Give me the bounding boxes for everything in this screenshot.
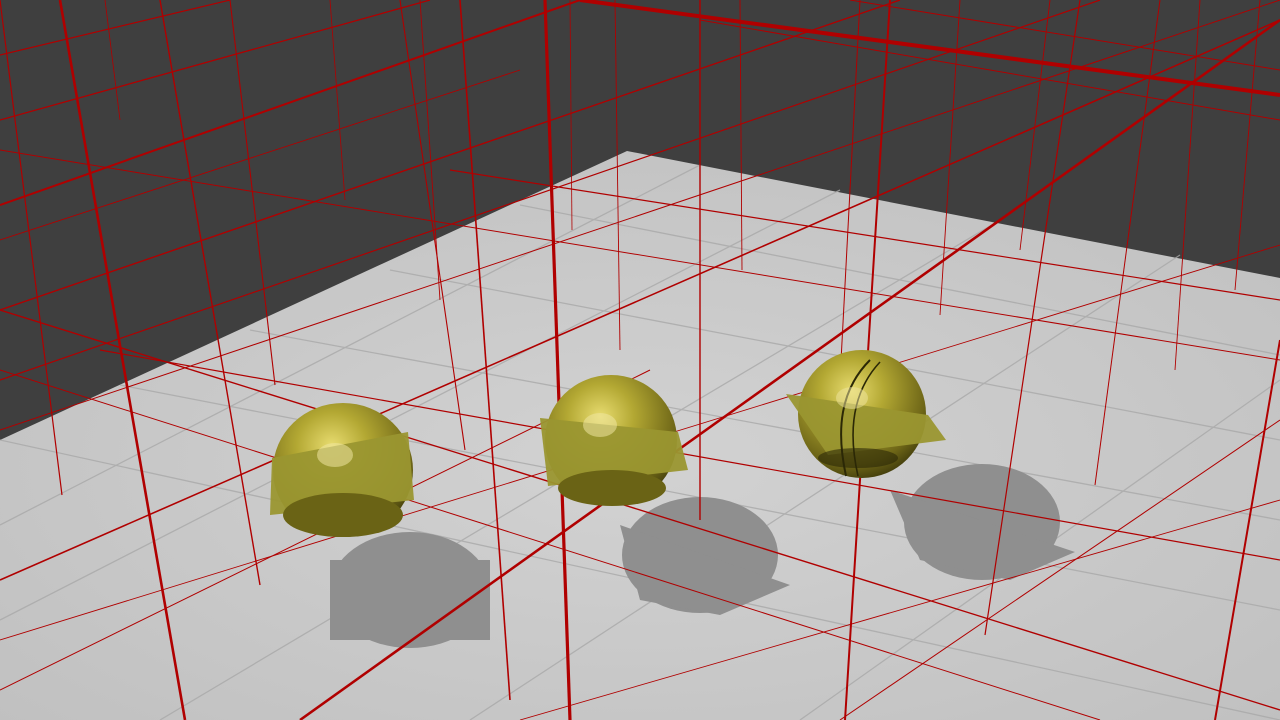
scene-canvas[interactable] xyxy=(0,0,1280,720)
shadow-left xyxy=(330,532,490,648)
3d-viewport[interactable] xyxy=(0,0,1280,720)
